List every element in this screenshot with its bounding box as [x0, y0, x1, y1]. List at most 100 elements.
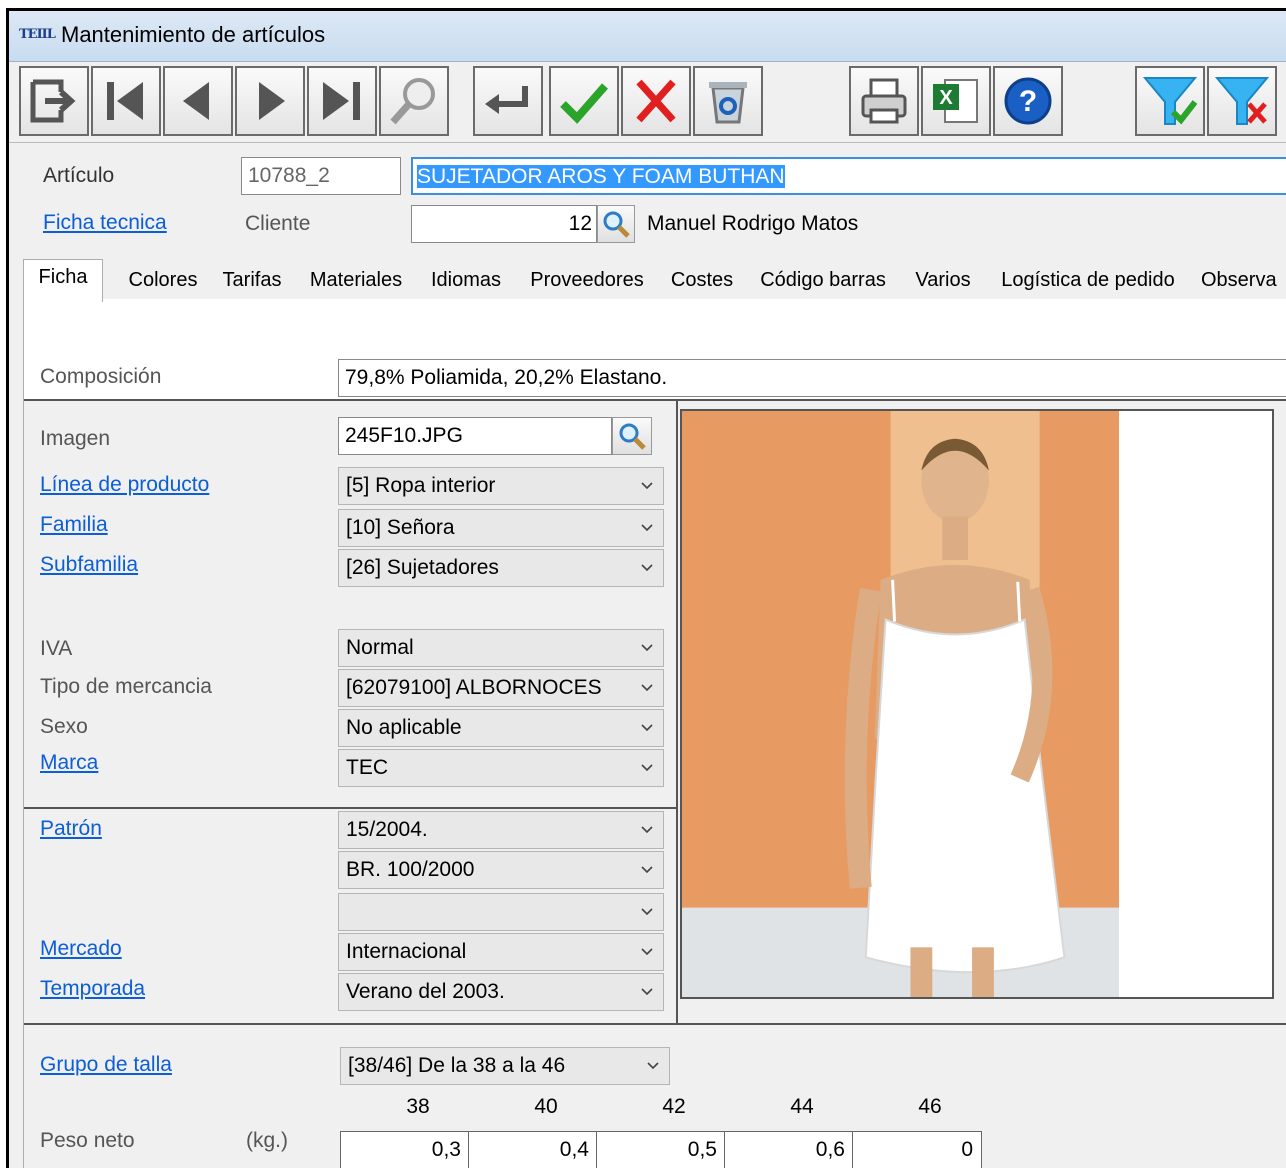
- printer-icon: [861, 78, 907, 124]
- chevron-down-icon: [641, 764, 653, 772]
- size-header-40: 40: [534, 1095, 558, 1118]
- peso-neto-38[interactable]: 0,3: [340, 1131, 470, 1168]
- tab-logistica-pedido[interactable]: Logística de pedido: [985, 263, 1192, 299]
- tab-colores[interactable]: Colores: [117, 263, 210, 299]
- peso-neto-44[interactable]: 0,6: [724, 1131, 854, 1168]
- section-divider: [24, 807, 678, 809]
- size-header-44: 44: [790, 1095, 814, 1118]
- articulo-description-field[interactable]: SUJETADOR AROS Y FOAM BUTHAN: [411, 157, 1286, 195]
- chevron-down-icon: [641, 482, 653, 490]
- chevron-down-icon: [641, 988, 653, 996]
- grupo-talla-select[interactable]: [38/46] De la 38 a la 46: [340, 1047, 670, 1085]
- tab-proveedores[interactable]: Proveedores: [515, 263, 660, 299]
- apply-filter-button[interactable]: [1135, 66, 1205, 136]
- chevron-down-icon: [641, 564, 653, 572]
- mercado-link[interactable]: Mercado: [40, 937, 122, 961]
- tipo-mercancia-select[interactable]: [62079100] ALBORNOCES: [338, 669, 664, 707]
- sexo-value: No aplicable: [346, 716, 462, 739]
- print-button[interactable]: [849, 66, 919, 136]
- help-icon: ?: [1004, 77, 1052, 125]
- magnifier-icon: [603, 211, 630, 238]
- linea-producto-value: [5] Ropa interior: [346, 474, 496, 497]
- confirm-button[interactable]: [549, 66, 619, 136]
- exit-button[interactable]: [19, 66, 89, 136]
- imagen-field[interactable]: 245F10.JPG: [338, 417, 612, 455]
- exit-icon: [30, 79, 76, 123]
- peso-neto-40[interactable]: 0,4: [468, 1131, 598, 1168]
- ficha-tecnica-link[interactable]: Ficha tecnica: [43, 211, 167, 235]
- cancel-x-icon: [636, 79, 676, 123]
- familia-select[interactable]: [10] Señora: [338, 509, 664, 547]
- section-divider: [24, 399, 1286, 401]
- enter-icon: [485, 86, 528, 114]
- svg-text:?: ?: [1019, 85, 1037, 118]
- previous-record-button[interactable]: [163, 66, 233, 136]
- sexo-select[interactable]: No aplicable: [338, 709, 664, 747]
- first-record-button[interactable]: [91, 66, 161, 136]
- familia-link[interactable]: Familia: [40, 513, 108, 537]
- app-logo-icon: TEIIL: [19, 27, 56, 42]
- patron-value-2: BR. 100/2000: [346, 858, 475, 881]
- chevron-down-icon: [641, 866, 653, 874]
- cliente-search-button[interactable]: [597, 205, 635, 243]
- linea-producto-select[interactable]: [5] Ropa interior: [338, 467, 664, 505]
- patron-select-2[interactable]: BR. 100/2000: [338, 851, 664, 889]
- tab-ficha[interactable]: Ficha: [23, 259, 103, 302]
- first-record-icon: [107, 82, 143, 120]
- subfamilia-link[interactable]: Subfamilia: [40, 553, 138, 577]
- peso-neto-label: Peso neto: [40, 1129, 135, 1152]
- iva-label: IVA: [40, 637, 73, 660]
- help-button[interactable]: ?: [993, 66, 1063, 136]
- search-button[interactable]: [379, 66, 449, 136]
- patron-select-3[interactable]: [338, 893, 664, 931]
- chevron-down-icon: [641, 908, 653, 916]
- grupo-talla-link[interactable]: Grupo de talla: [40, 1053, 172, 1077]
- chevron-down-icon: [641, 644, 653, 652]
- tab-materiales[interactable]: Materiales: [295, 263, 418, 299]
- imagen-search-button[interactable]: [612, 417, 652, 455]
- patron-select-1[interactable]: 15/2004.: [338, 811, 664, 849]
- size-header-46: 46: [918, 1095, 942, 1118]
- tab-idiomas[interactable]: Idiomas: [417, 263, 516, 299]
- cliente-label: Cliente: [245, 212, 311, 235]
- delete-button[interactable]: [693, 66, 763, 136]
- tab-varios[interactable]: Varios: [901, 263, 986, 299]
- chevron-down-icon: [641, 524, 653, 532]
- toolbar: X ?: [9, 62, 1286, 143]
- patron-link[interactable]: Patrón: [40, 817, 102, 841]
- linea-producto-link[interactable]: Línea de producto: [40, 473, 209, 497]
- marca-select[interactable]: TEC: [338, 749, 664, 787]
- articulo-label: Artículo: [43, 164, 115, 187]
- tab-observaciones[interactable]: Observa: [1191, 263, 1286, 299]
- last-record-button[interactable]: [307, 66, 377, 136]
- tab-codigo-barras[interactable]: Código barras: [745, 263, 902, 299]
- section-divider: [24, 1023, 1286, 1025]
- cliente-code-field[interactable]: 12: [411, 205, 597, 243]
- filter-clear-icon: [1214, 77, 1270, 125]
- marca-link[interactable]: Marca: [40, 751, 98, 775]
- composicion-field[interactable]: 79,8% Poliamida, 20,2% Elastano.: [338, 359, 1286, 397]
- excel-export-button[interactable]: X: [921, 66, 991, 136]
- subfamilia-value: [26] Sujetadores: [346, 556, 499, 579]
- peso-neto-42[interactable]: 0,5: [596, 1131, 726, 1168]
- enter-button[interactable]: [473, 66, 543, 136]
- size-header-38: 38: [406, 1095, 430, 1118]
- subfamilia-select[interactable]: [26] Sujetadores: [338, 549, 664, 587]
- marca-value: TEC: [346, 756, 388, 779]
- product-photo: [682, 411, 1272, 997]
- peso-neto-46[interactable]: 0: [852, 1131, 982, 1168]
- next-record-button[interactable]: [235, 66, 305, 136]
- tab-costes[interactable]: Costes: [659, 263, 746, 299]
- mercado-select[interactable]: Internacional: [338, 933, 664, 971]
- tab-strip: Ficha Colores Tarifas Materiales Idiomas…: [23, 259, 1286, 302]
- temporada-value: Verano del 2003.: [346, 980, 505, 1003]
- articulo-code-field[interactable]: 10788_2: [241, 157, 401, 195]
- clear-filter-button[interactable]: [1207, 66, 1277, 136]
- iva-select[interactable]: Normal: [338, 629, 664, 667]
- search-icon: [390, 78, 435, 125]
- product-image: [680, 409, 1274, 999]
- temporada-select[interactable]: Verano del 2003.: [338, 973, 664, 1011]
- tab-tarifas[interactable]: Tarifas: [209, 263, 296, 299]
- cancel-button[interactable]: [621, 66, 691, 136]
- temporada-link[interactable]: Temporada: [40, 977, 145, 1001]
